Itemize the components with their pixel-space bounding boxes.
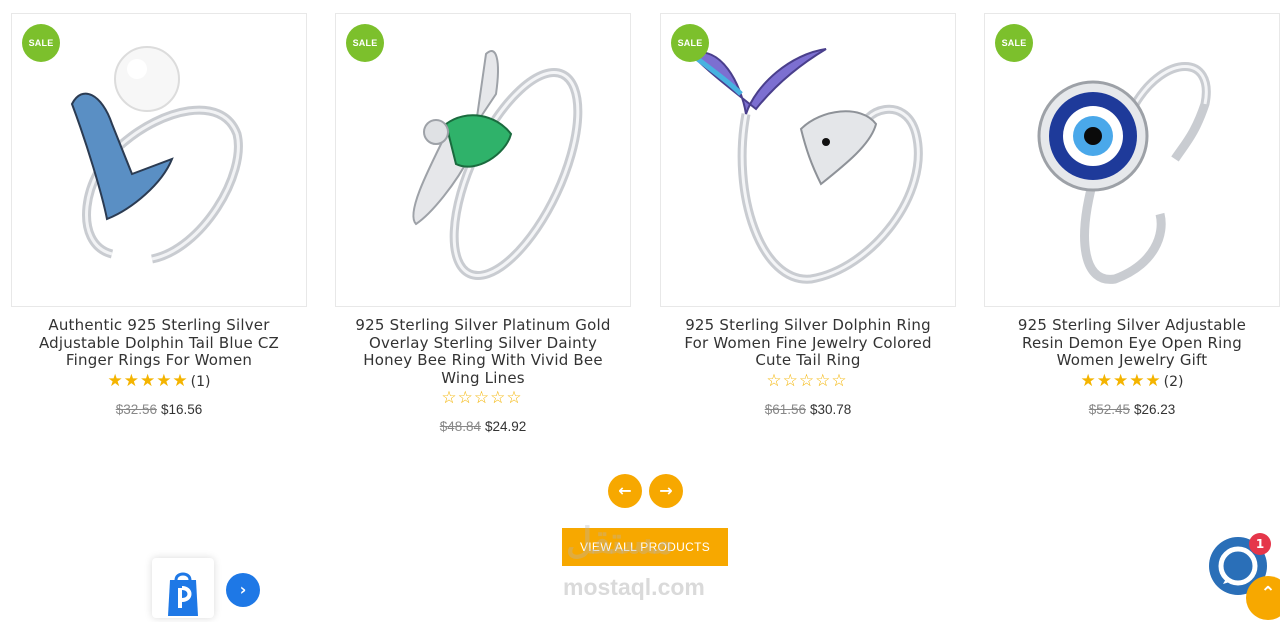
product-card[interactable]: SALE Authentic 925 Sterling Silver Adjus… — [11, 13, 307, 417]
product-card[interactable]: SALE 925 Sterling Silver Adjustable Resi… — [984, 13, 1280, 417]
sale-price: $24.92 — [485, 419, 527, 434]
product-title[interactable]: Authentic 925 Sterling Silver Adjustable… — [24, 316, 294, 370]
watermark-logo: مستقل — [566, 520, 674, 561]
product-price: $61.56 $30.78 — [660, 402, 956, 417]
old-price: $48.84 — [439, 419, 481, 434]
ring-image — [1037, 62, 1211, 284]
review-count: (1) — [190, 373, 211, 390]
product-price: $48.84 $24.92 — [335, 419, 631, 434]
product-title[interactable]: 925 Sterling Silver Dolphin Ring For Wom… — [673, 316, 943, 370]
product-price: $32.56 $16.56 — [11, 402, 307, 417]
ring-image — [412, 49, 583, 280]
shopping-bag-icon — [168, 572, 198, 616]
ring-image — [689, 48, 923, 284]
app-next-button[interactable]: › — [226, 573, 260, 607]
product-price: $52.45 $26.23 — [984, 402, 1280, 417]
chat-notification-badge: 1 — [1249, 533, 1271, 555]
product-grid: SALE Authentic 925 Sterling Silver Adjus… — [0, 0, 1280, 440]
arrow-right-icon: → — [659, 481, 673, 500]
old-price: $32.56 — [115, 401, 157, 417]
star-rating-icon: ★★★★★ — [107, 370, 189, 391]
carousel-prev-button[interactable]: ← — [608, 474, 642, 508]
star-rating-icon: ★★★★★ — [1080, 370, 1162, 391]
ring-image — [70, 46, 243, 264]
sale-price: $16.56 — [161, 401, 203, 417]
product-rating: ★★★★★ (1) — [11, 372, 307, 392]
product-image[interactable]: SALE — [660, 13, 956, 307]
chevron-right-icon: › — [239, 580, 247, 599]
watermark-domain: mostaql.com — [563, 574, 705, 600]
scroll-to-top-button[interactable]: ⌃ — [1246, 576, 1280, 620]
product-image[interactable]: SALE — [984, 13, 1280, 307]
product-image[interactable]: SALE — [11, 13, 307, 307]
product-title[interactable]: 925 Sterling Silver Platinum Gold Overla… — [348, 316, 618, 387]
product-rating: ★★★★★ (2) — [984, 372, 1280, 392]
product-title[interactable]: 925 Sterling Silver Adjustable Resin Dem… — [997, 316, 1267, 370]
star-rating-icon: ☆☆☆☆☆ — [441, 388, 523, 408]
product-rating: ☆☆☆☆☆ — [335, 389, 631, 409]
old-price: $61.56 — [764, 401, 806, 417]
arrow-left-icon: ← — [618, 481, 632, 500]
chevron-up-icon: ⌃ — [1260, 583, 1276, 604]
sale-badge: SALE — [995, 24, 1033, 62]
carousel-next-button[interactable]: → — [649, 474, 683, 508]
product-rating: ☆☆☆☆☆ — [660, 372, 956, 392]
product-image[interactable]: SALE — [335, 13, 631, 307]
sale-price: $26.23 — [1134, 401, 1176, 417]
sale-badge: SALE — [346, 24, 384, 62]
sale-badge: SALE — [22, 24, 60, 62]
product-card[interactable]: SALE 925 Sterling Silver Dolphin Ring Fo… — [660, 13, 956, 417]
app-widget[interactable] — [152, 558, 214, 618]
sale-badge: SALE — [671, 24, 709, 62]
review-count: (2) — [1163, 373, 1184, 390]
product-card[interactable]: SALE 925 Sterling Silver Platinum Gold O… — [335, 13, 631, 434]
star-rating-icon: ☆☆☆☆☆ — [766, 370, 848, 391]
old-price: $52.45 — [1088, 401, 1130, 417]
sale-price: $30.78 — [810, 401, 852, 417]
